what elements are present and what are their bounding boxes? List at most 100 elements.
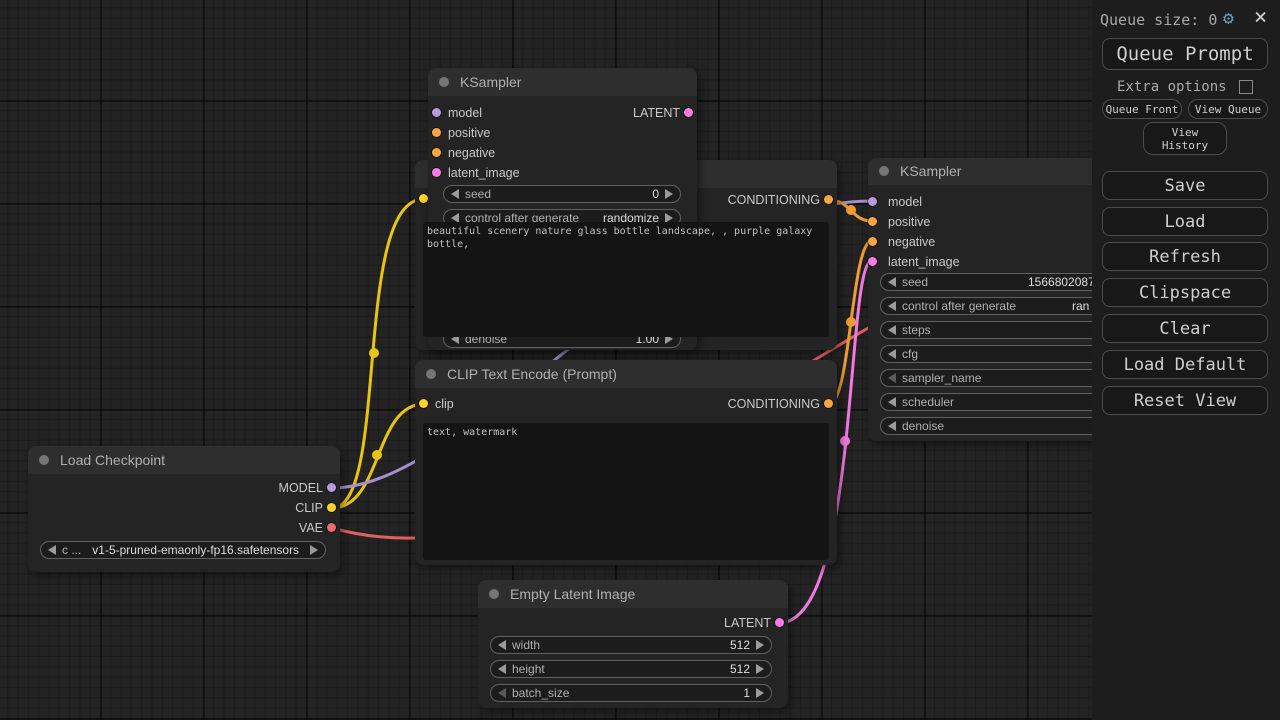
output-label: LATENT <box>724 613 771 633</box>
widget-label: sampler_name <box>902 371 981 385</box>
widget-label: denoise <box>902 419 944 433</box>
widget-value: 0 <box>652 187 659 201</box>
batch-size-widget[interactable]: batch_size 1 <box>490 684 772 702</box>
widget-value: ran <box>1072 299 1089 313</box>
prev-option-icon[interactable] <box>48 545 56 555</box>
decrement-icon[interactable] <box>888 349 896 359</box>
scheduler-widget[interactable]: scheduler <box>880 393 1116 411</box>
view-queue-button[interactable]: View Queue <box>1188 99 1268 119</box>
queue-front-button[interactable]: Queue Front <box>1102 99 1182 119</box>
control-after-generate-widget[interactable]: control after generate ran <box>880 297 1116 315</box>
node-ksampler-right[interactable]: KSampler model positive negative latent_… <box>868 158 1128 441</box>
widget-label: control after generate <box>902 299 1016 313</box>
widget-value: 1566802087 <box>1028 275 1095 289</box>
decrement-icon[interactable] <box>888 277 896 287</box>
collapse-dot-icon[interactable] <box>489 589 499 599</box>
view-history-button[interactable]: View History <box>1143 122 1227 155</box>
widget-label: scheduler <box>902 395 954 409</box>
latent-image-input-port[interactable] <box>868 257 877 266</box>
node-empty-latent-image[interactable]: Empty Latent Image LATENT width 512 heig… <box>478 580 788 708</box>
node-load-checkpoint[interactable]: Load Checkpoint MODEL CLIP VAE c ... v1-… <box>28 446 340 572</box>
load-button[interactable]: Load <box>1102 207 1268 236</box>
latent-output-port[interactable] <box>775 618 784 627</box>
collapse-dot-icon[interactable] <box>426 369 436 379</box>
latent-image-input-port[interactable] <box>432 168 441 177</box>
decrement-icon[interactable] <box>498 688 506 698</box>
negative-input-port[interactable] <box>432 148 441 157</box>
collapse-dot-icon[interactable] <box>439 77 449 87</box>
denoise-widget[interactable]: denoise <box>880 417 1116 435</box>
clip-input-port[interactable] <box>419 194 428 203</box>
queue-prompt-button[interactable]: Queue Prompt <box>1102 38 1268 70</box>
positive-input-port[interactable] <box>868 217 877 226</box>
widget-label: width <box>512 638 540 652</box>
prev-option-icon[interactable] <box>888 373 896 383</box>
width-widget[interactable]: width 512 <box>490 636 772 654</box>
increment-icon[interactable] <box>756 640 764 650</box>
conditioning-output-port[interactable] <box>824 195 833 204</box>
node-header[interactable]: Empty Latent Image <box>478 580 788 608</box>
positive-input-port[interactable] <box>432 128 441 137</box>
cfg-widget[interactable]: cfg <box>880 345 1116 363</box>
input-label: latent_image <box>448 163 520 183</box>
widget-label: seed <box>465 187 491 201</box>
node-header[interactable]: KSampler <box>428 68 697 96</box>
extra-options-checkbox[interactable] <box>1239 80 1253 94</box>
output-label: LATENT <box>633 103 680 123</box>
decrement-icon[interactable] <box>498 640 506 650</box>
close-icon[interactable]: × <box>1254 5 1267 30</box>
negative-prompt-textarea[interactable]: text, watermark <box>423 423 829 560</box>
ckpt-name-widget[interactable]: c ... v1-5-pruned-emaonly-fp16.safetenso… <box>40 541 326 559</box>
vae-output-port[interactable] <box>327 523 336 532</box>
node-title: KSampler <box>460 68 521 96</box>
widget-label: steps <box>902 323 931 337</box>
clip-output-port[interactable] <box>327 503 336 512</box>
next-option-icon[interactable] <box>310 545 318 555</box>
decrement-icon[interactable] <box>498 664 506 674</box>
model-input-port[interactable] <box>868 197 877 206</box>
output-label: CLIP <box>295 498 323 518</box>
increment-icon[interactable] <box>665 189 673 199</box>
output-label: MODEL <box>279 478 323 498</box>
input-label: negative <box>888 232 935 252</box>
positive-prompt-textarea[interactable]: beautiful scenery nature glass bottle la… <box>423 222 829 337</box>
clip-input-port[interactable] <box>419 399 428 408</box>
widget-label: batch_size <box>512 686 569 700</box>
model-input-port[interactable] <box>432 108 441 117</box>
node-header[interactable]: KSampler <box>868 158 1128 185</box>
latent-output-port[interactable] <box>684 108 693 117</box>
seed-widget[interactable]: seed 1566802087 <box>880 273 1116 291</box>
collapse-dot-icon[interactable] <box>879 166 889 176</box>
output-label: VAE <box>299 518 323 538</box>
node-header[interactable]: CLIP Text Encode (Prompt) <box>415 360 837 388</box>
prev-option-icon[interactable] <box>888 397 896 407</box>
input-label: model <box>888 192 922 212</box>
decrement-icon[interactable] <box>451 189 459 199</box>
load-default-button[interactable]: Load Default <box>1102 350 1268 379</box>
link-midpoint-dot <box>840 436 850 446</box>
seed-widget[interactable]: seed 0 <box>443 185 681 203</box>
decrement-icon[interactable] <box>888 325 896 335</box>
widget-value: 512 <box>730 638 750 652</box>
settings-gear-icon[interactable]: ⚙ <box>1223 8 1234 29</box>
decrement-icon[interactable] <box>888 421 896 431</box>
clipspace-button[interactable]: Clipspace <box>1102 278 1268 307</box>
save-button[interactable]: Save <box>1102 171 1268 200</box>
increment-icon[interactable] <box>756 688 764 698</box>
negative-input-port[interactable] <box>868 237 877 246</box>
view-history-line2: History <box>1162 139 1208 152</box>
clear-button[interactable]: Clear <box>1102 314 1268 343</box>
sampler-name-widget[interactable]: sampler_name <box>880 369 1116 387</box>
extra-options-label: Extra options <box>1117 79 1227 95</box>
steps-widget[interactable]: steps <box>880 321 1116 339</box>
conditioning-output-port[interactable] <box>824 399 833 408</box>
refresh-button[interactable]: Refresh <box>1102 242 1268 271</box>
increment-icon[interactable] <box>756 664 764 674</box>
node-header[interactable]: Load Checkpoint <box>28 446 340 474</box>
model-output-port[interactable] <box>327 483 336 492</box>
decrement-icon[interactable] <box>888 301 896 311</box>
queue-size-text: Queue size: 0 <box>1100 11 1217 29</box>
collapse-dot-icon[interactable] <box>39 455 49 465</box>
reset-view-button[interactable]: Reset View <box>1102 386 1268 415</box>
height-widget[interactable]: height 512 <box>490 660 772 678</box>
